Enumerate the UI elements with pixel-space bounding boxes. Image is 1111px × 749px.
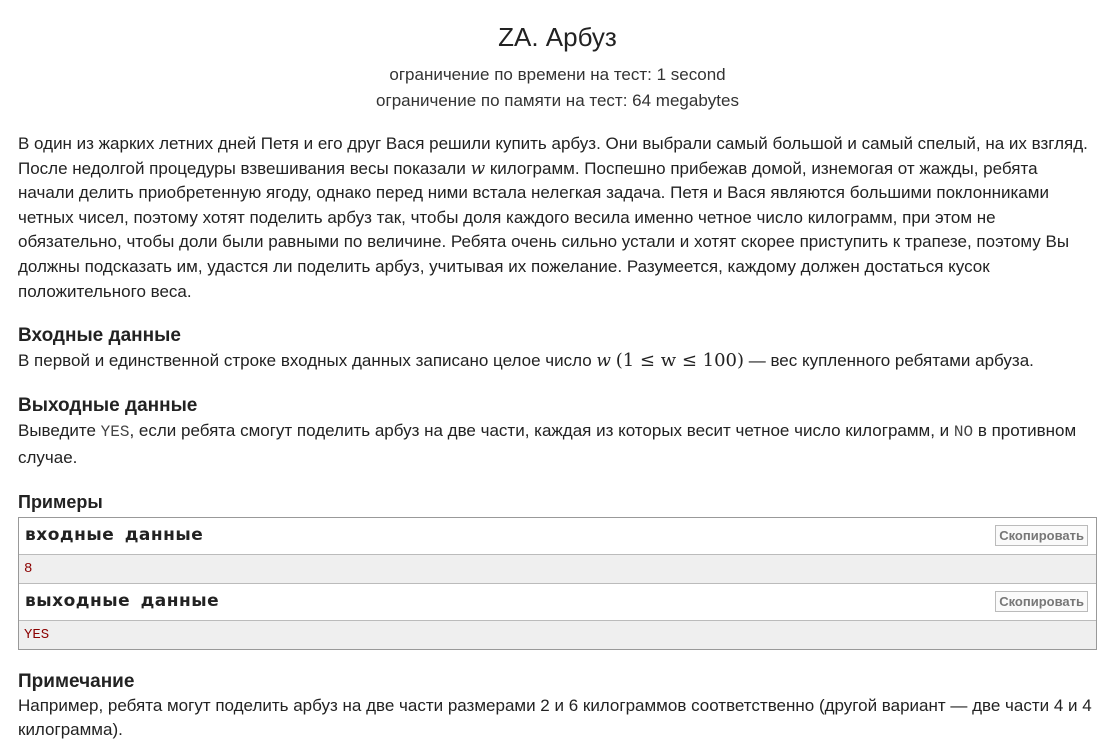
output-text-before: Выведите xyxy=(18,421,101,441)
sample-input-label: входные данные xyxy=(25,525,204,546)
output-no-token: NO xyxy=(953,423,974,442)
problem-page: ZA. Арбуз ограничение по времени на тест… xyxy=(0,0,1111,749)
problem-title: ZA. Арбуз xyxy=(498,22,617,52)
output-yes-token: YES xyxy=(100,423,130,442)
statement-variable: w xyxy=(470,158,486,179)
input-text-after: — вес купленного ребятами арбуза. xyxy=(744,351,1034,371)
sample-input-header: входные данные Скопировать xyxy=(19,518,1096,556)
memory-limit: ограничение по памяти на тест: 64 megaby… xyxy=(376,91,739,110)
output-section-title: Выходные данные xyxy=(18,395,198,417)
note-text: Например, ребята могут поделить арбуз на… xyxy=(18,696,1092,740)
input-variable: w xyxy=(596,351,611,372)
input-text-before: В первой и единственной строке входных д… xyxy=(18,351,597,371)
output-section-text: Выведите YES, если ребята смогут поделит… xyxy=(18,418,1097,471)
input-constraint: (1 ≤ w ≤ 100) xyxy=(615,350,744,372)
sample-output-value[interactable]: YES xyxy=(19,621,1096,650)
sample-input-value[interactable]: 8 xyxy=(19,555,1096,585)
input-section-title: Входные данные xyxy=(18,325,181,347)
problem-statement: В один из жарких летних дней Петя и его … xyxy=(18,132,1095,304)
statement-text-part2: килограмм. Поспешно прибежав домой, изне… xyxy=(18,158,1070,301)
examples-title: Примеры xyxy=(18,492,103,513)
sample-output-label: выходные данные xyxy=(25,591,220,612)
sample-output-header: выходные данные Скопировать xyxy=(19,584,1096,622)
note-title: Примечание xyxy=(18,671,135,693)
copy-output-button[interactable]: Скопировать xyxy=(995,591,1088,613)
problem-header: ZA. Арбуз ограничение по времени на тест… xyxy=(18,0,1097,114)
sample-tests: входные данные Скопировать 8 выходные да… xyxy=(18,517,1097,651)
copy-input-button[interactable]: Скопировать xyxy=(995,525,1088,547)
output-text-middle: , если ребята смогут поделить арбуз на д… xyxy=(129,421,954,441)
time-limit: ограничение по времени на тест: 1 second xyxy=(389,65,726,84)
input-section-text: В первой и единственной строке входных д… xyxy=(18,348,1097,374)
